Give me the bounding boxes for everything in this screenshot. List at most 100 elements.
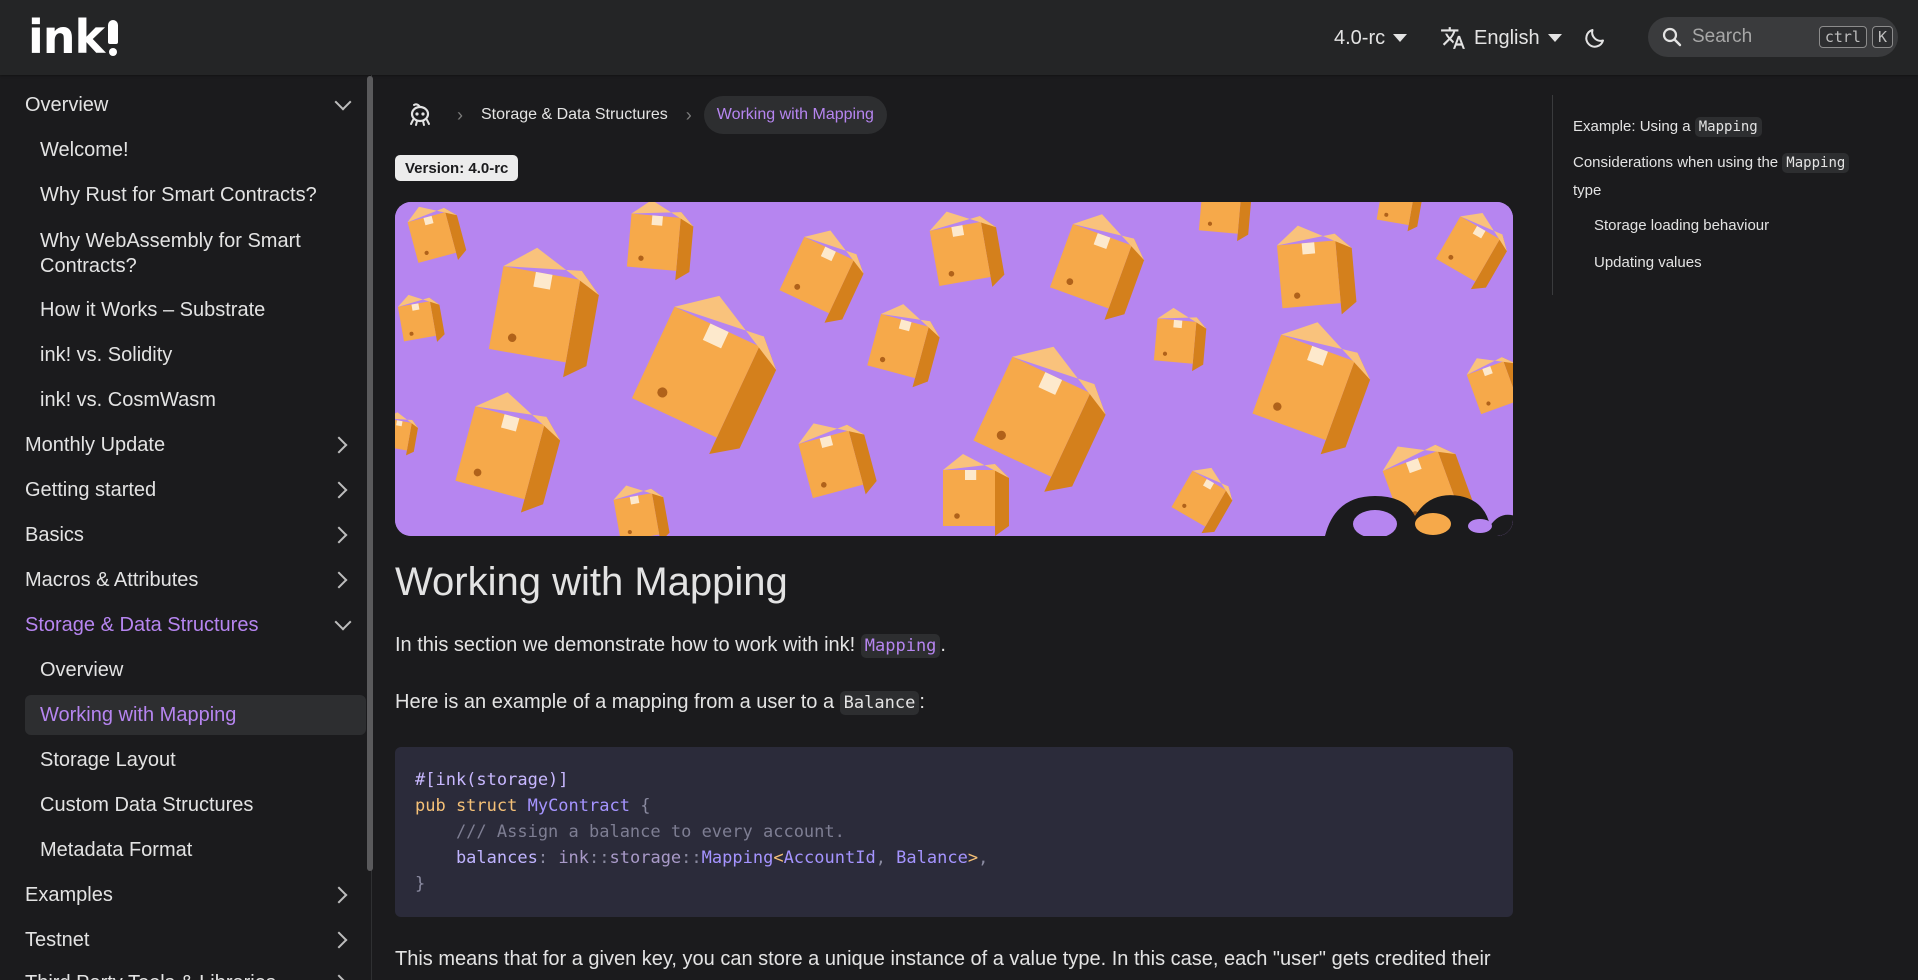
sidebar-item-label: Working with Mapping [40,703,237,726]
balance-code: Balance [839,691,920,715]
sidebar-item-storage-overview[interactable]: Overview [40,655,365,685]
chevron-down-icon[interactable] [334,613,352,631]
breadcrumb: › Storage & Data Structures › Working wi… [395,95,887,135]
kbd-ctrl: ctrl [1818,26,1867,48]
sidebar-item-metadata-format[interactable]: Metadata Format [40,835,365,865]
code-line: /// Assign a balance to every account. [415,822,845,842]
sidebar-item-label: Overview [25,93,109,116]
search-label: Search [1692,26,1753,47]
toc-text: type [1573,182,1602,199]
ink-logo[interactable]: ink [28,10,120,64]
example-text: Here is an example of a mapping from a u… [395,691,840,713]
logo-text: ink [28,10,105,64]
toc-item-loading[interactable]: Storage loading behaviour [1594,212,1769,239]
ink-squid-icon [410,103,430,126]
code-block[interactable]: #[ink(storage)] pub struct MyContract { … [395,747,1513,917]
sidebar-category-third-party[interactable]: Third Party Tools & Libraries [25,968,365,980]
chevron-right-icon[interactable] [330,931,348,949]
language-dropdown[interactable]: English [1440,20,1562,56]
toc-item-example[interactable]: Example: Using a Mapping [1573,113,1762,141]
table-of-contents: Example: Using a Mapping Considerations … [1552,95,1892,295]
page-title: Working with Mapping [395,560,788,604]
code-line: #[ink(storage)] [415,770,569,790]
toc-code: Mapping [1694,117,1762,137]
example-paragraph: Here is an example of a mapping from a u… [395,691,925,715]
sidebar-item-working-with-mapping[interactable]: Working with Mapping [25,695,366,735]
toc-item-considerations[interactable]: Considerations when using the Mapping ty… [1573,149,1873,204]
sidebar-category-examples[interactable]: Examples [25,880,365,910]
code-line: pub struct MyContract { [415,796,651,816]
sidebar-category-storage[interactable]: Storage & Data Structures [25,610,365,640]
sidebar-item-label: Storage & Data Structures [25,613,259,636]
breadcrumb-parent-link[interactable]: Storage & Data Structures [475,106,674,124]
moon-icon [1585,29,1604,48]
sidebar-item-custom-data-structures[interactable]: Custom Data Structures [40,790,365,820]
intro-text: In this section we demonstrate how to wo… [395,634,861,656]
search-button[interactable]: Search ctrl K [1648,17,1898,57]
sidebar-item-label: Examples [25,883,113,906]
kbd-k: K [1871,26,1893,48]
version-label: 4.0-rc [1334,26,1386,49]
example-text-end: : [919,691,925,713]
sidebar-item-label: Custom Data Structures [40,793,254,816]
breadcrumb-current: Working with Mapping [703,96,887,134]
chevron-right-icon: › [457,104,463,125]
mapping-code-link[interactable]: Mapping [860,634,941,658]
code-line: balances: ink::storage::Mapping<AccountI… [415,848,989,868]
chevron-right-icon: › [685,104,692,125]
sidebar-category-overview[interactable]: Overview [25,90,365,120]
chevron-right-icon[interactable] [330,886,348,904]
sidebar-item-label: Basics [25,523,84,546]
sidebar-item-label: Why WebAssembly for Smart Contracts? [40,230,301,277]
sidebar-item-label: Why Rust for Smart Contracts? [40,183,317,206]
toc-item-updating[interactable]: Updating values [1594,249,1702,276]
version-dropdown[interactable]: 4.0-rc [1334,20,1408,56]
translate-icon [1441,27,1465,49]
sidebar-category-getting-started[interactable]: Getting started [25,475,365,505]
explanation-paragraph: This means that for a given key, you can… [395,948,1491,970]
boxes-illustration [395,202,1513,536]
chevron-right-icon[interactable] [330,571,348,589]
sidebar-item-welcome[interactable]: Welcome! [40,135,365,165]
chevron-right-icon[interactable] [330,481,348,499]
logo-exclamation-icon [106,16,120,58]
sidebar-item-storage-layout[interactable]: Storage Layout [40,745,365,775]
sidebar-category-testnet[interactable]: Testnet [25,925,365,955]
sidebar-item-label: ink! vs. Solidity [40,343,173,366]
intro-text-end: . [940,634,946,656]
sidebar-category-basics[interactable]: Basics [25,520,365,550]
toc-code: Mapping [1782,153,1850,173]
sidebar-scrollbar[interactable] [367,76,373,871]
sidebar-item-label: Getting started [25,478,157,501]
sidebar-category-monthly-update[interactable]: Monthly Update [25,430,365,460]
sidebar-item-vs-cosmwasm[interactable]: ink! vs. CosmWasm [40,385,365,415]
chevron-right-icon[interactable] [330,436,348,454]
sidebar-item-why-wasm[interactable]: Why WebAssembly for Smart Contracts? [40,226,340,282]
chevron-down-icon[interactable] [334,93,352,111]
sidebar-item-label: Macros & Attributes [25,568,199,591]
top-navbar: ink 4.0-rc English Search ctrl K [0,0,1918,75]
breadcrumb-home[interactable] [395,95,445,135]
hero-illustration [395,202,1513,536]
sidebar-item-vs-solidity[interactable]: ink! vs. Solidity [40,340,365,370]
caret-down-icon [1393,34,1408,42]
language-label: English [1474,26,1540,49]
sidebar-category-macros[interactable]: Macros & Attributes [25,565,365,595]
sidebar-item-label: Overview [40,658,124,681]
sidebar-item-label: Monthly Update [25,433,166,456]
sidebar-item-label: Welcome! [40,138,129,161]
theme-toggle-button[interactable] [1580,20,1610,56]
sidebar-item-label: Storage Layout [40,748,176,771]
version-badge: Version: 4.0-rc [395,155,519,181]
sidebar-item-why-rust[interactable]: Why Rust for Smart Contracts? [40,180,365,210]
search-icon [1662,27,1682,47]
chevron-right-icon[interactable] [330,526,348,544]
toc-text: Example: Using a [1573,118,1695,135]
sidebar-item-label: Testnet [25,928,90,951]
sidebar-item-how-it-works[interactable]: How it Works – Substrate [40,295,365,325]
sidebar-item-label: Metadata Format [40,838,193,861]
chevron-right-icon[interactable] [330,974,348,980]
caret-down-icon [1547,34,1562,42]
sidebar-item-label: ink! vs. CosmWasm [40,388,216,411]
code-line: } [415,874,426,894]
